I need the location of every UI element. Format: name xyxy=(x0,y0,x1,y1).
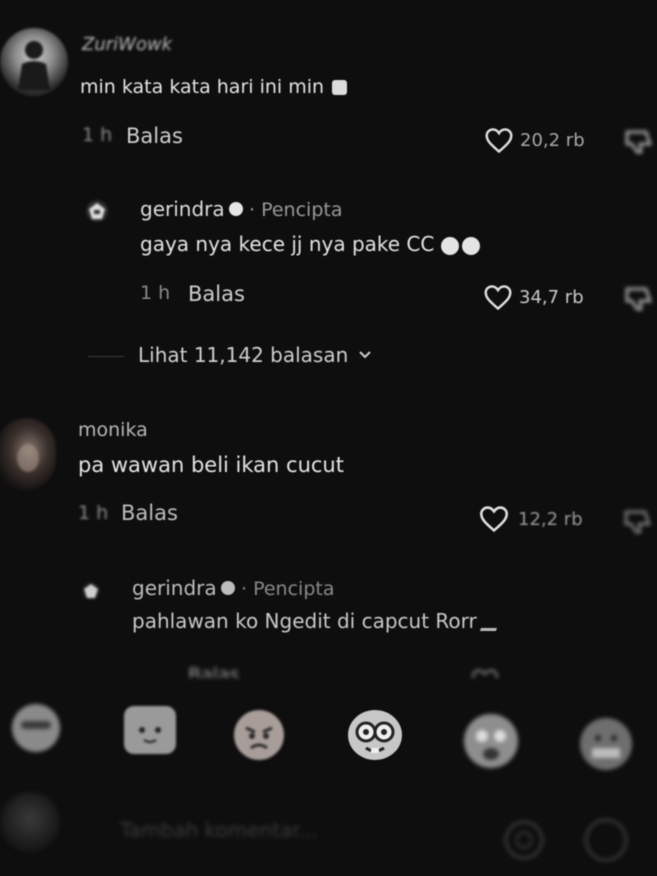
verified-icon xyxy=(220,580,235,595)
profile-photo-icon xyxy=(17,444,39,472)
cool-face-icon[interactable] xyxy=(12,704,60,752)
heart-icon xyxy=(479,506,509,533)
avatar[interactable] xyxy=(0,418,56,490)
cat-face-icon[interactable] xyxy=(124,706,176,754)
view-replies-line xyxy=(88,356,124,357)
creator-reply-button[interactable]: Balas xyxy=(188,664,240,678)
silhouette-icon xyxy=(18,41,50,90)
my-avatar[interactable] xyxy=(0,792,60,852)
like-count: 12,2 rb xyxy=(518,508,583,530)
like-button[interactable]: 12,2 rb xyxy=(478,505,583,533)
creator-reply-header: gerindra · Pencipta xyxy=(132,576,334,600)
comment-username[interactable]: monika xyxy=(78,419,148,441)
heart-icon xyxy=(484,285,512,311)
grinning-emoji-icon xyxy=(461,236,480,255)
thumbs-down-icon[interactable] xyxy=(624,128,657,156)
avatar[interactable] xyxy=(0,28,68,96)
thumbs-down-icon[interactable] xyxy=(622,508,657,536)
laugh-emoji-icon xyxy=(332,80,348,95)
like-button[interactable]: 20,2 rb xyxy=(484,127,585,154)
comment-text: min kata kata hari ini min xyxy=(80,76,348,98)
creator-reply-meta-row: Balas xyxy=(140,664,657,678)
creator-reply-text: gaya nya kece jj nya pake CC xyxy=(140,232,480,256)
reply-button[interactable]: Balas xyxy=(121,501,178,525)
comment-time: 1 h xyxy=(82,124,113,146)
comment-input[interactable]: Tambah komentar... xyxy=(120,818,480,858)
at-icon[interactable] xyxy=(504,820,544,860)
creator-reply-text: pahlawan ko Ngedit di capcut Rorr xyxy=(132,609,503,633)
angry-face-icon[interactable] xyxy=(234,710,284,760)
creator-badge: · Pencipta xyxy=(249,199,343,221)
comment-time: 1 h xyxy=(78,502,109,524)
creator-like-button[interactable]: 34,7 rb xyxy=(483,284,584,311)
creator-logo-icon xyxy=(84,584,98,598)
like-count: 20,2 rb xyxy=(520,130,585,151)
creator-reply-header: gerindra · Pencipta xyxy=(140,197,342,221)
heart-eyes-emoji-icon xyxy=(479,614,503,631)
thumbs-down-icon[interactable] xyxy=(624,285,657,313)
creator-reply-time: 1 h xyxy=(140,282,171,304)
creator-reply-button[interactable]: Balas xyxy=(188,282,245,306)
scared-face-icon[interactable] xyxy=(464,714,518,768)
creator-avatar[interactable] xyxy=(82,582,100,600)
emoji-bar xyxy=(0,696,657,776)
verified-icon xyxy=(228,201,243,216)
grimace-face-icon[interactable] xyxy=(580,718,632,770)
chevron-down-icon xyxy=(359,351,372,359)
comment-username[interactable]: ZuriWowk xyxy=(82,34,172,55)
creator-avatar[interactable] xyxy=(86,200,108,222)
heart-icon[interactable] xyxy=(470,664,500,678)
creator-username[interactable]: gerindra xyxy=(140,197,225,221)
laughing-emoji-icon xyxy=(440,236,459,255)
view-replies-button[interactable]: Lihat 11,142 balasan xyxy=(138,343,372,367)
heart-icon xyxy=(485,128,513,154)
creator-badge: · Pencipta xyxy=(241,578,335,600)
emoji-icon[interactable] xyxy=(584,818,628,862)
creator-username[interactable]: gerindra xyxy=(132,576,217,600)
nerd-face-icon[interactable] xyxy=(348,710,402,760)
like-count: 34,7 rb xyxy=(519,287,584,308)
creator-logo-icon xyxy=(89,203,105,219)
reply-button[interactable]: Balas xyxy=(126,124,183,148)
comment-text: pa wawan beli ikan cucut xyxy=(78,453,344,477)
